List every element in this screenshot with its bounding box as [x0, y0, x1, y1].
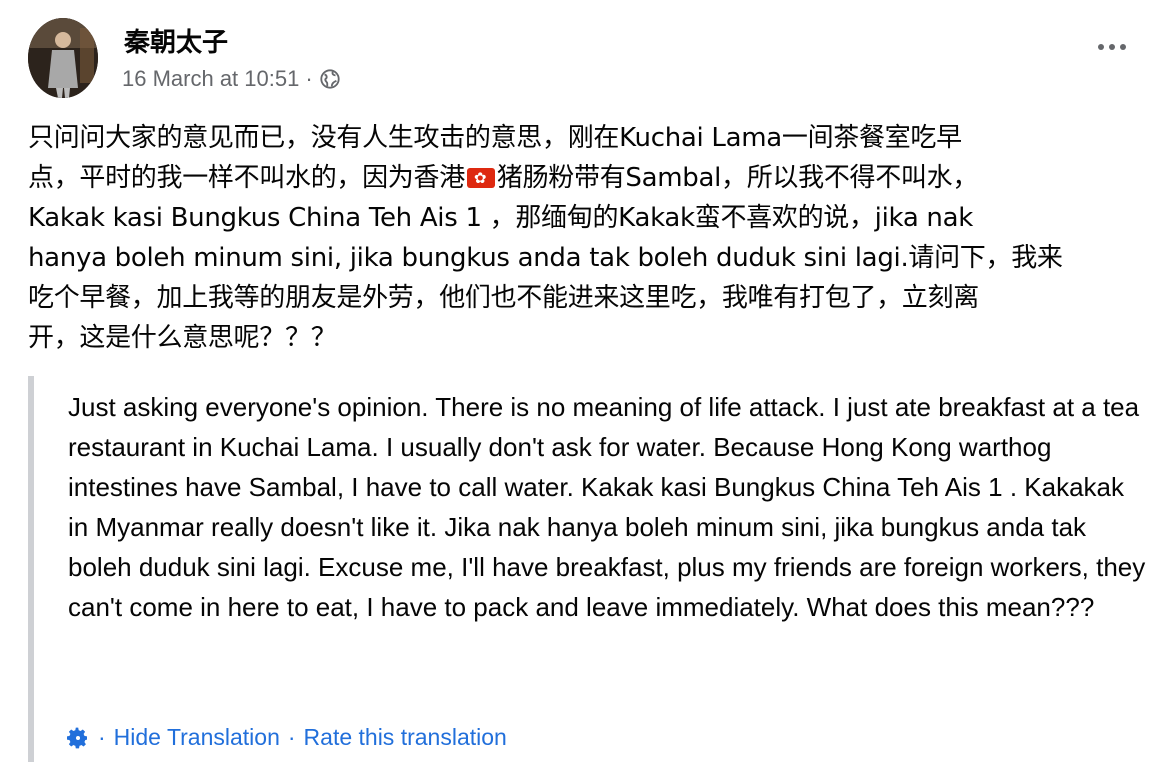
dot-icon: [1098, 44, 1104, 50]
gear-icon[interactable]: [66, 726, 90, 750]
hong-kong-flag-icon: [466, 158, 495, 198]
action-separator: ·: [98, 724, 106, 750]
dot-icon: [1109, 44, 1115, 50]
author-name[interactable]: 秦朝太子: [124, 22, 228, 59]
avatar[interactable]: [28, 18, 98, 98]
translation-text: Just asking everyone's opinion. There is…: [68, 392, 1146, 622]
translation-quote-bar: [28, 376, 34, 762]
timestamp[interactable]: 16 March at 10:51: [122, 66, 299, 92]
hide-translation-link[interactable]: Hide Translation: [114, 724, 280, 751]
more-options-button[interactable]: [1098, 44, 1126, 50]
post-text: 只问问大家的意见而已，没有人生攻击的意思，刚在Kuchai Lama一间茶餐室吃…: [28, 118, 1143, 358]
meta-separator: ·: [305, 66, 313, 91]
translation-actions: · Hide Translation · Rate this translati…: [66, 724, 507, 751]
dot-icon: [1120, 44, 1126, 50]
globe-icon[interactable]: [319, 68, 341, 90]
post-meta: 16 March at 10:51 ·: [122, 66, 341, 92]
rate-translation-link[interactable]: Rate this translation: [304, 724, 507, 751]
action-separator: ·: [287, 724, 296, 750]
